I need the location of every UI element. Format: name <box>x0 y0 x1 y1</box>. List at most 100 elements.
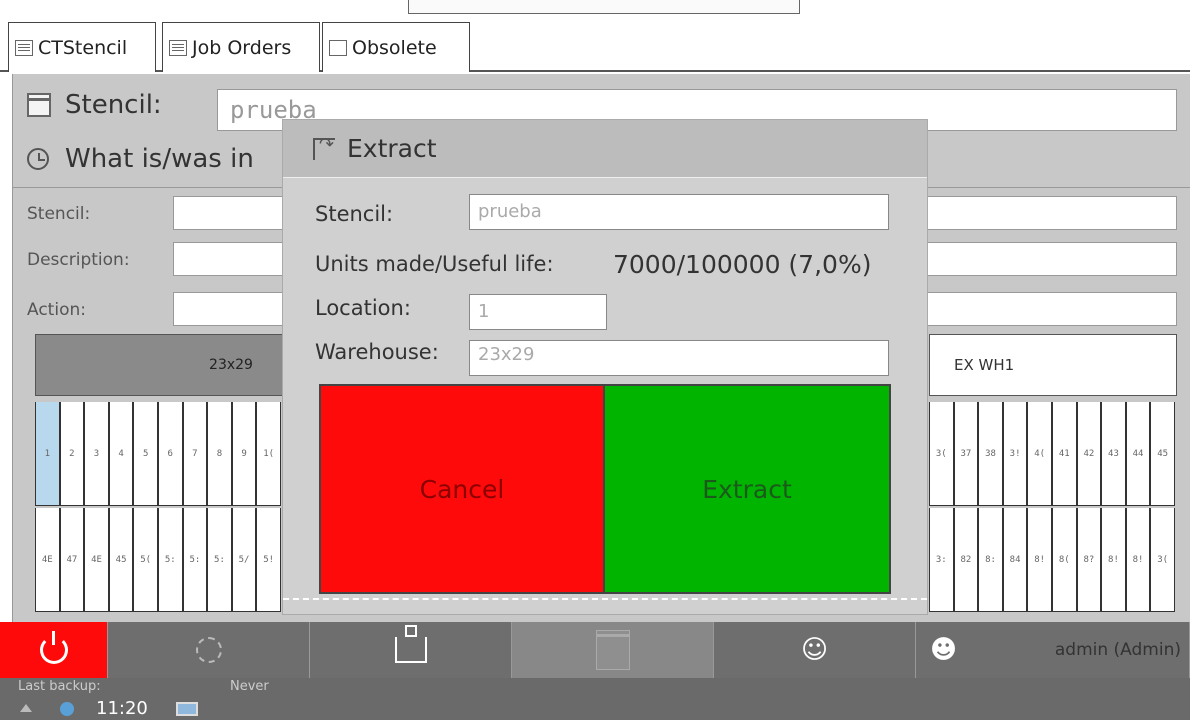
slot[interactable]: 1 <box>35 402 60 506</box>
slot[interactable]: 45 <box>1150 402 1175 506</box>
slot[interactable]: 5: <box>182 508 208 612</box>
stencil-icon <box>595 630 630 670</box>
power-icon <box>39 631 68 664</box>
backup-label: Last backup: <box>18 679 101 694</box>
tab-label: CTStencil <box>38 36 128 59</box>
stencil-label: Stencil: <box>65 90 162 120</box>
slot[interactable]: 8 <box>207 402 232 506</box>
slot-row-bottom-right: 3: 82 8: 84 8! 8( 8? 8! 8! 3( <box>929 508 1175 612</box>
slot[interactable]: 5 <box>133 402 158 506</box>
tab-obsolete[interactable]: Obsolete <box>322 22 470 72</box>
what-row: What is/was in <box>27 144 254 174</box>
action-field-label: Action: <box>27 300 86 320</box>
history-icon <box>27 148 49 170</box>
tab-job-orders[interactable]: Job Orders <box>162 22 320 72</box>
slot-row-top-right: 3( 37 38 3! 4( 41 42 43 44 45 <box>929 402 1175 506</box>
units-value: 7000/100000 (7,0%) <box>613 250 872 279</box>
power-button[interactable] <box>0 622 108 678</box>
slot[interactable]: 8! <box>1125 508 1151 612</box>
stencil-row: Stencil: <box>27 90 162 120</box>
slot[interactable]: 8! <box>1101 508 1126 612</box>
units-label: Units made/Useful life: <box>315 252 554 276</box>
slot[interactable]: 4 <box>108 402 134 506</box>
warehouse-tab-ex-wh1[interactable]: EX WH1 <box>929 334 1177 396</box>
users-icon: ☺ <box>800 635 829 665</box>
settings-button[interactable] <box>108 622 310 678</box>
current-user-button[interactable]: ☻ admin (Admin) <box>916 622 1190 678</box>
warehouse-field[interactable]: 23x29 <box>469 340 889 376</box>
stencil-list-icon <box>15 39 33 56</box>
tab-label: Job Orders <box>192 36 292 59</box>
slot[interactable]: 1( <box>256 402 281 506</box>
screen-icon[interactable] <box>176 702 198 716</box>
extract-icon <box>313 134 335 160</box>
slot[interactable]: 9 <box>231 402 257 506</box>
slot[interactable]: 8: <box>978 508 1003 612</box>
stencil-button[interactable] <box>512 622 714 678</box>
stencil-icon <box>27 93 51 117</box>
slot[interactable]: 42 <box>1076 402 1102 506</box>
status-bar: Last backup: Never 11:20 <box>0 678 1190 720</box>
slot[interactable]: 2 <box>59 402 85 506</box>
top-strip <box>0 0 1190 14</box>
dialog-header: Extract <box>283 120 927 178</box>
user-label: admin (Admin) <box>1054 640 1181 660</box>
slot[interactable]: 5( <box>133 508 158 612</box>
eject-icon[interactable] <box>20 704 32 712</box>
slot[interactable]: 3 <box>84 402 109 506</box>
slot[interactable]: 5/ <box>231 508 257 612</box>
tab-label: Obsolete <box>352 36 437 59</box>
job-orders-icon <box>169 39 187 56</box>
what-label: What is/was in <box>65 144 254 174</box>
location-field[interactable]: 1 <box>469 294 607 330</box>
slot[interactable]: 5: <box>157 508 183 612</box>
slot[interactable]: 6 <box>157 402 183 506</box>
slot[interactable]: 3: <box>929 508 954 612</box>
backup-value: Never <box>230 679 269 694</box>
slot[interactable]: 3! <box>1002 402 1028 506</box>
tab-bar: CTStencil Job Orders Obsolete <box>0 14 1190 72</box>
slot[interactable]: 41 <box>1051 402 1077 506</box>
dialog-footer-divider <box>283 598 927 606</box>
top-notch <box>408 0 800 14</box>
slot[interactable]: 4E <box>35 508 60 612</box>
dialog-stencil-label: Stencil: <box>315 202 394 226</box>
slot[interactable]: 82 <box>953 508 979 612</box>
dialog-stencil-field[interactable]: prueba <box>469 194 889 230</box>
slot[interactable]: 4E <box>84 508 109 612</box>
slot[interactable]: 5! <box>256 508 281 612</box>
slot[interactable]: 8! <box>1027 508 1052 612</box>
obsolete-icon <box>329 39 347 56</box>
slot[interactable]: 84 <box>1002 508 1028 612</box>
clock: 11:20 <box>96 698 148 719</box>
tab-ctstencil[interactable]: CTStencil <box>8 22 156 72</box>
extract-dialog: Extract Stencil: prueba Units made/Usefu… <box>282 119 928 615</box>
gear-icon <box>195 637 222 663</box>
slot-row-top-left: 1 2 3 4 5 6 7 8 9 1( <box>35 402 281 506</box>
slot[interactable]: 44 <box>1125 402 1151 506</box>
dialog-title: Extract <box>347 134 437 163</box>
bottom-toolbar: ☺ ☻ admin (Admin) <box>0 622 1190 678</box>
slot[interactable]: 38 <box>978 402 1003 506</box>
slot[interactable]: 3( <box>1150 508 1175 612</box>
network-icon[interactable] <box>60 702 74 716</box>
slot[interactable]: 8? <box>1076 508 1102 612</box>
slot[interactable]: 4( <box>1027 402 1052 506</box>
location-label: Location: <box>315 296 411 320</box>
slot[interactable]: 3( <box>929 402 954 506</box>
description-field-label: Description: <box>27 250 130 270</box>
users-button[interactable]: ☺ <box>714 622 916 678</box>
slot[interactable]: 47 <box>59 508 85 612</box>
slot[interactable]: 43 <box>1101 402 1126 506</box>
extract-button[interactable]: Extract <box>605 384 891 594</box>
slot[interactable]: 37 <box>953 402 979 506</box>
user-icon: ☻ <box>930 635 958 665</box>
slot[interactable]: 8( <box>1051 508 1077 612</box>
slot[interactable]: 45 <box>108 508 134 612</box>
slot[interactable]: 7 <box>182 402 208 506</box>
warehouse-label: Warehouse: <box>315 340 439 364</box>
slot-row-bottom-left: 4E 47 4E 45 5( 5: 5: 5: 5/ 5! <box>35 508 281 612</box>
cancel-button[interactable]: Cancel <box>319 384 605 594</box>
slot[interactable]: 5: <box>207 508 232 612</box>
warehouse-button[interactable] <box>310 622 512 678</box>
